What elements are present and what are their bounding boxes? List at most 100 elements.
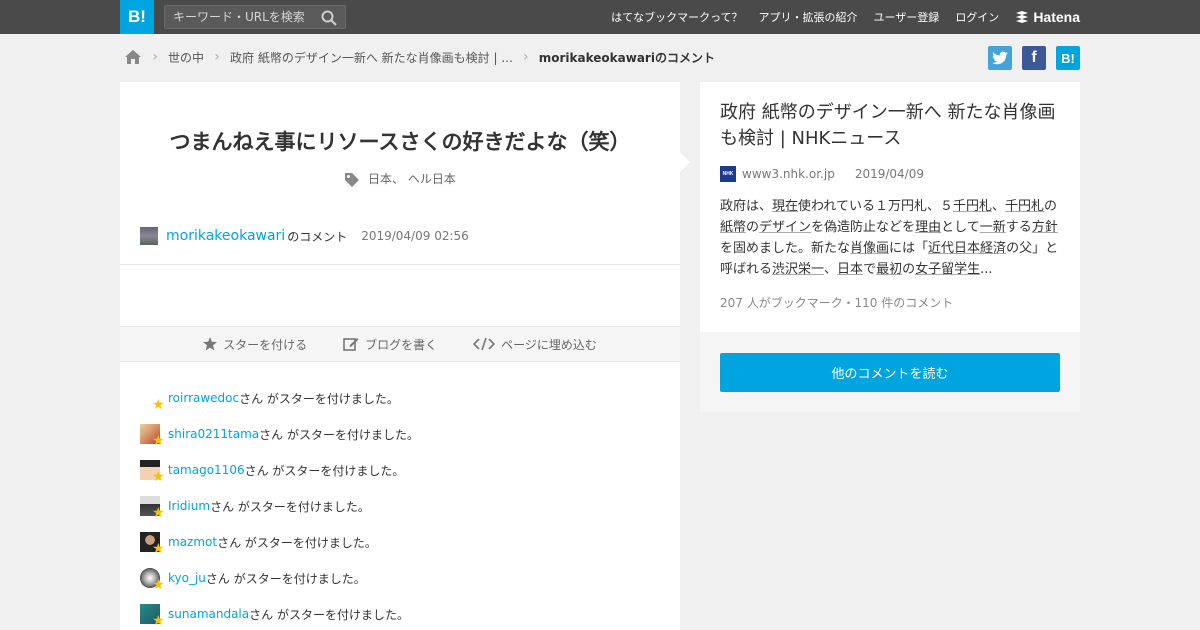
add-star-label: スターを付ける [223, 337, 308, 352]
entry-title-link[interactable]: 政府 紙幣のデザイン一新へ 新たな肖像画も検討 | NHKニュース [720, 100, 1065, 152]
comment-panel: つまんねえ事にリソースさくの好きだよな（笑） 日本、 ヘル日本 morikake… [120, 82, 680, 630]
summary-text: の [1044, 199, 1058, 214]
panel-pointer [680, 152, 690, 172]
site-favicon: NHK [720, 166, 736, 182]
entry-summary: 政府は、現在使われている１万円札、５千円札、千円札の紙幣のデザインを偽造防止など… [720, 196, 1065, 280]
summary-text: には「 [889, 241, 929, 256]
list-item: ★ mazmot さん がスターを付けました。 [140, 524, 660, 560]
star-suffix: さん がスターを付けました。 [205, 571, 366, 586]
star-user-link[interactable]: tamago1106 [168, 463, 245, 477]
share-buttons: f B! [978, 46, 1080, 70]
embed-button[interactable]: ページに埋め込む [473, 336, 597, 353]
hatena-bookmark-icon: B! [1061, 50, 1075, 66]
star-icon: ★ [152, 613, 165, 629]
star-suffix: さん がスターを付けました。 [217, 535, 377, 550]
summary-keyword[interactable]: 最初 [876, 262, 902, 277]
hatena-brand-text: Hatena [1033, 9, 1080, 25]
entry-domain-link[interactable]: www3.nhk.or.jp [742, 167, 835, 181]
summary-text: 、 [992, 199, 1006, 214]
avatar[interactable]: ★ [140, 568, 165, 592]
summary-keyword[interactable]: 渋沢栄一 [772, 262, 824, 277]
summary-keyword[interactable]: 紙幣 [720, 220, 746, 235]
summary-keyword[interactable]: 日本 [837, 262, 863, 277]
search-icon[interactable] [320, 9, 338, 27]
star-suffix: さん がスターを付けました。 [210, 499, 370, 514]
hatena-icon [1016, 11, 1029, 23]
star-user-link[interactable]: mazmot [168, 535, 217, 549]
star-suffix: さん がスターを付けました。 [244, 463, 405, 478]
facebook-icon: f [1031, 49, 1037, 66]
write-blog-button[interactable]: ブログを書く [343, 336, 437, 353]
action-bar: スターを付ける ブログを書く ページに埋め込む [120, 326, 680, 362]
facebook-share-button[interactable]: f [1022, 46, 1046, 70]
summary-keyword[interactable]: 肖像画 [850, 241, 889, 256]
avatar[interactable]: ★ [140, 532, 165, 556]
summary-text: 、 [824, 262, 838, 277]
avatar[interactable]: ★ [140, 604, 165, 628]
summary-keyword[interactable]: 現在 [772, 199, 798, 214]
summary-keyword[interactable]: 方針 [1032, 220, 1058, 235]
entry-date: 2019/04/09 [854, 167, 924, 181]
avatar[interactable] [140, 227, 158, 245]
list-item: ★ kyo_ju さん がスターを付けました。 [140, 560, 660, 596]
chevron-right-icon: › [522, 49, 529, 65]
entry-panel-footer: 他のコメントを読む [700, 332, 1080, 412]
hatena-brand-link[interactable]: Hatena [1015, 9, 1080, 25]
nav-login[interactable]: ログイン [955, 9, 999, 25]
summary-text: として [941, 220, 980, 235]
avatar[interactable]: ★ [140, 424, 165, 448]
star-user-link[interactable]: kyo_ju [168, 571, 206, 585]
summary-keyword[interactable]: 千円札 [1005, 199, 1044, 214]
search-box [164, 5, 346, 29]
summary-text: の [902, 262, 916, 277]
divider [120, 264, 680, 265]
list-item: ★ shira0211tama さん がスターを付けました。 [140, 416, 660, 452]
summary-keyword[interactable]: 近代日本経済 [928, 241, 1006, 256]
breadcrumb-current: morikakeokawariのコメント [538, 50, 715, 65]
star-user-link[interactable]: shira0211tama [168, 427, 259, 441]
summary-keyword[interactable]: 一新 [980, 220, 1006, 235]
breadcrumb-entry[interactable]: 政府 紙幣のデザイン一新へ 新たな肖像画も検討 | ... [230, 49, 513, 66]
comment-user-suffix: のコメント [287, 229, 348, 244]
top-nav: はてなブックマークって？ アプリ・拡張の紹介 ユーザー登録 ログイン Haten… [595, 0, 1080, 34]
star-icon [203, 337, 218, 351]
summary-keyword[interactable]: 千円札 [953, 199, 992, 214]
nav-apps[interactable]: アプリ・拡張の紹介 [759, 9, 858, 25]
star-suffix: さん がスターを付けました。 [249, 607, 409, 622]
summary-text: 政府は、 [720, 199, 773, 214]
hatena-bookmark-share-button[interactable]: B! [1056, 46, 1080, 70]
bookmark-counts[interactable]: 207 人がブックマーク・110 件のコメント [720, 294, 953, 311]
edit-icon [343, 338, 359, 351]
home-icon[interactable] [124, 49, 142, 65]
comment-text: つまんねえ事にリソースさくの好きだよな（笑） [169, 130, 631, 154]
star-list: ★ roirrawedoc さん がスターを付けました。 ★ shira0211t… [140, 380, 660, 630]
star-icon: ★ [152, 505, 165, 521]
read-other-comments-button[interactable]: 他のコメントを読む [720, 353, 1060, 392]
avatar[interactable]: ★ [140, 460, 165, 484]
hatena-bookmark-logo[interactable]: B! [120, 0, 154, 34]
star-icon: ★ [152, 541, 165, 557]
add-star-button[interactable]: スターを付ける [203, 336, 307, 353]
search-input[interactable] [165, 6, 315, 28]
twitter-share-button[interactable] [988, 46, 1012, 70]
summary-keyword[interactable]: デザイン [759, 220, 811, 235]
chevron-right-icon: › [214, 49, 220, 65]
nav-about[interactable]: はてなブックマークって？ [611, 9, 742, 25]
summary-keyword[interactable]: 女子留学生 [915, 262, 980, 277]
nav-signup[interactable]: ユーザー登録 [874, 9, 940, 25]
star-suffix: さん がスターを付けました。 [239, 391, 399, 406]
avatar[interactable]: ★ [140, 496, 165, 520]
comment-user-link[interactable]: morikakeokawari [166, 228, 285, 244]
embed-label: ページに埋め込む [501, 337, 597, 352]
breadcrumb-category[interactable]: 世の中 [168, 49, 204, 66]
avatar[interactable]: ★ [140, 388, 165, 412]
star-user-link[interactable]: sunamandala [168, 607, 249, 621]
star-user-link[interactable]: roirrawedoc [168, 391, 239, 405]
summary-keyword[interactable]: 理由 [915, 220, 941, 235]
breadcrumb: › 世の中 › 政府 紙幣のデザイン一新へ 新たな肖像画も検討 | ... › … [124, 46, 715, 68]
summary-text: を固めました。新たな [720, 241, 851, 256]
star-user-link[interactable]: Iridium [168, 499, 210, 513]
tag-icon [345, 172, 360, 187]
tag-list[interactable]: 日本、 ヘル日本 [368, 172, 456, 186]
entry-meta: NHK www3.nhk.or.jp 2019/04/09 [720, 166, 924, 182]
